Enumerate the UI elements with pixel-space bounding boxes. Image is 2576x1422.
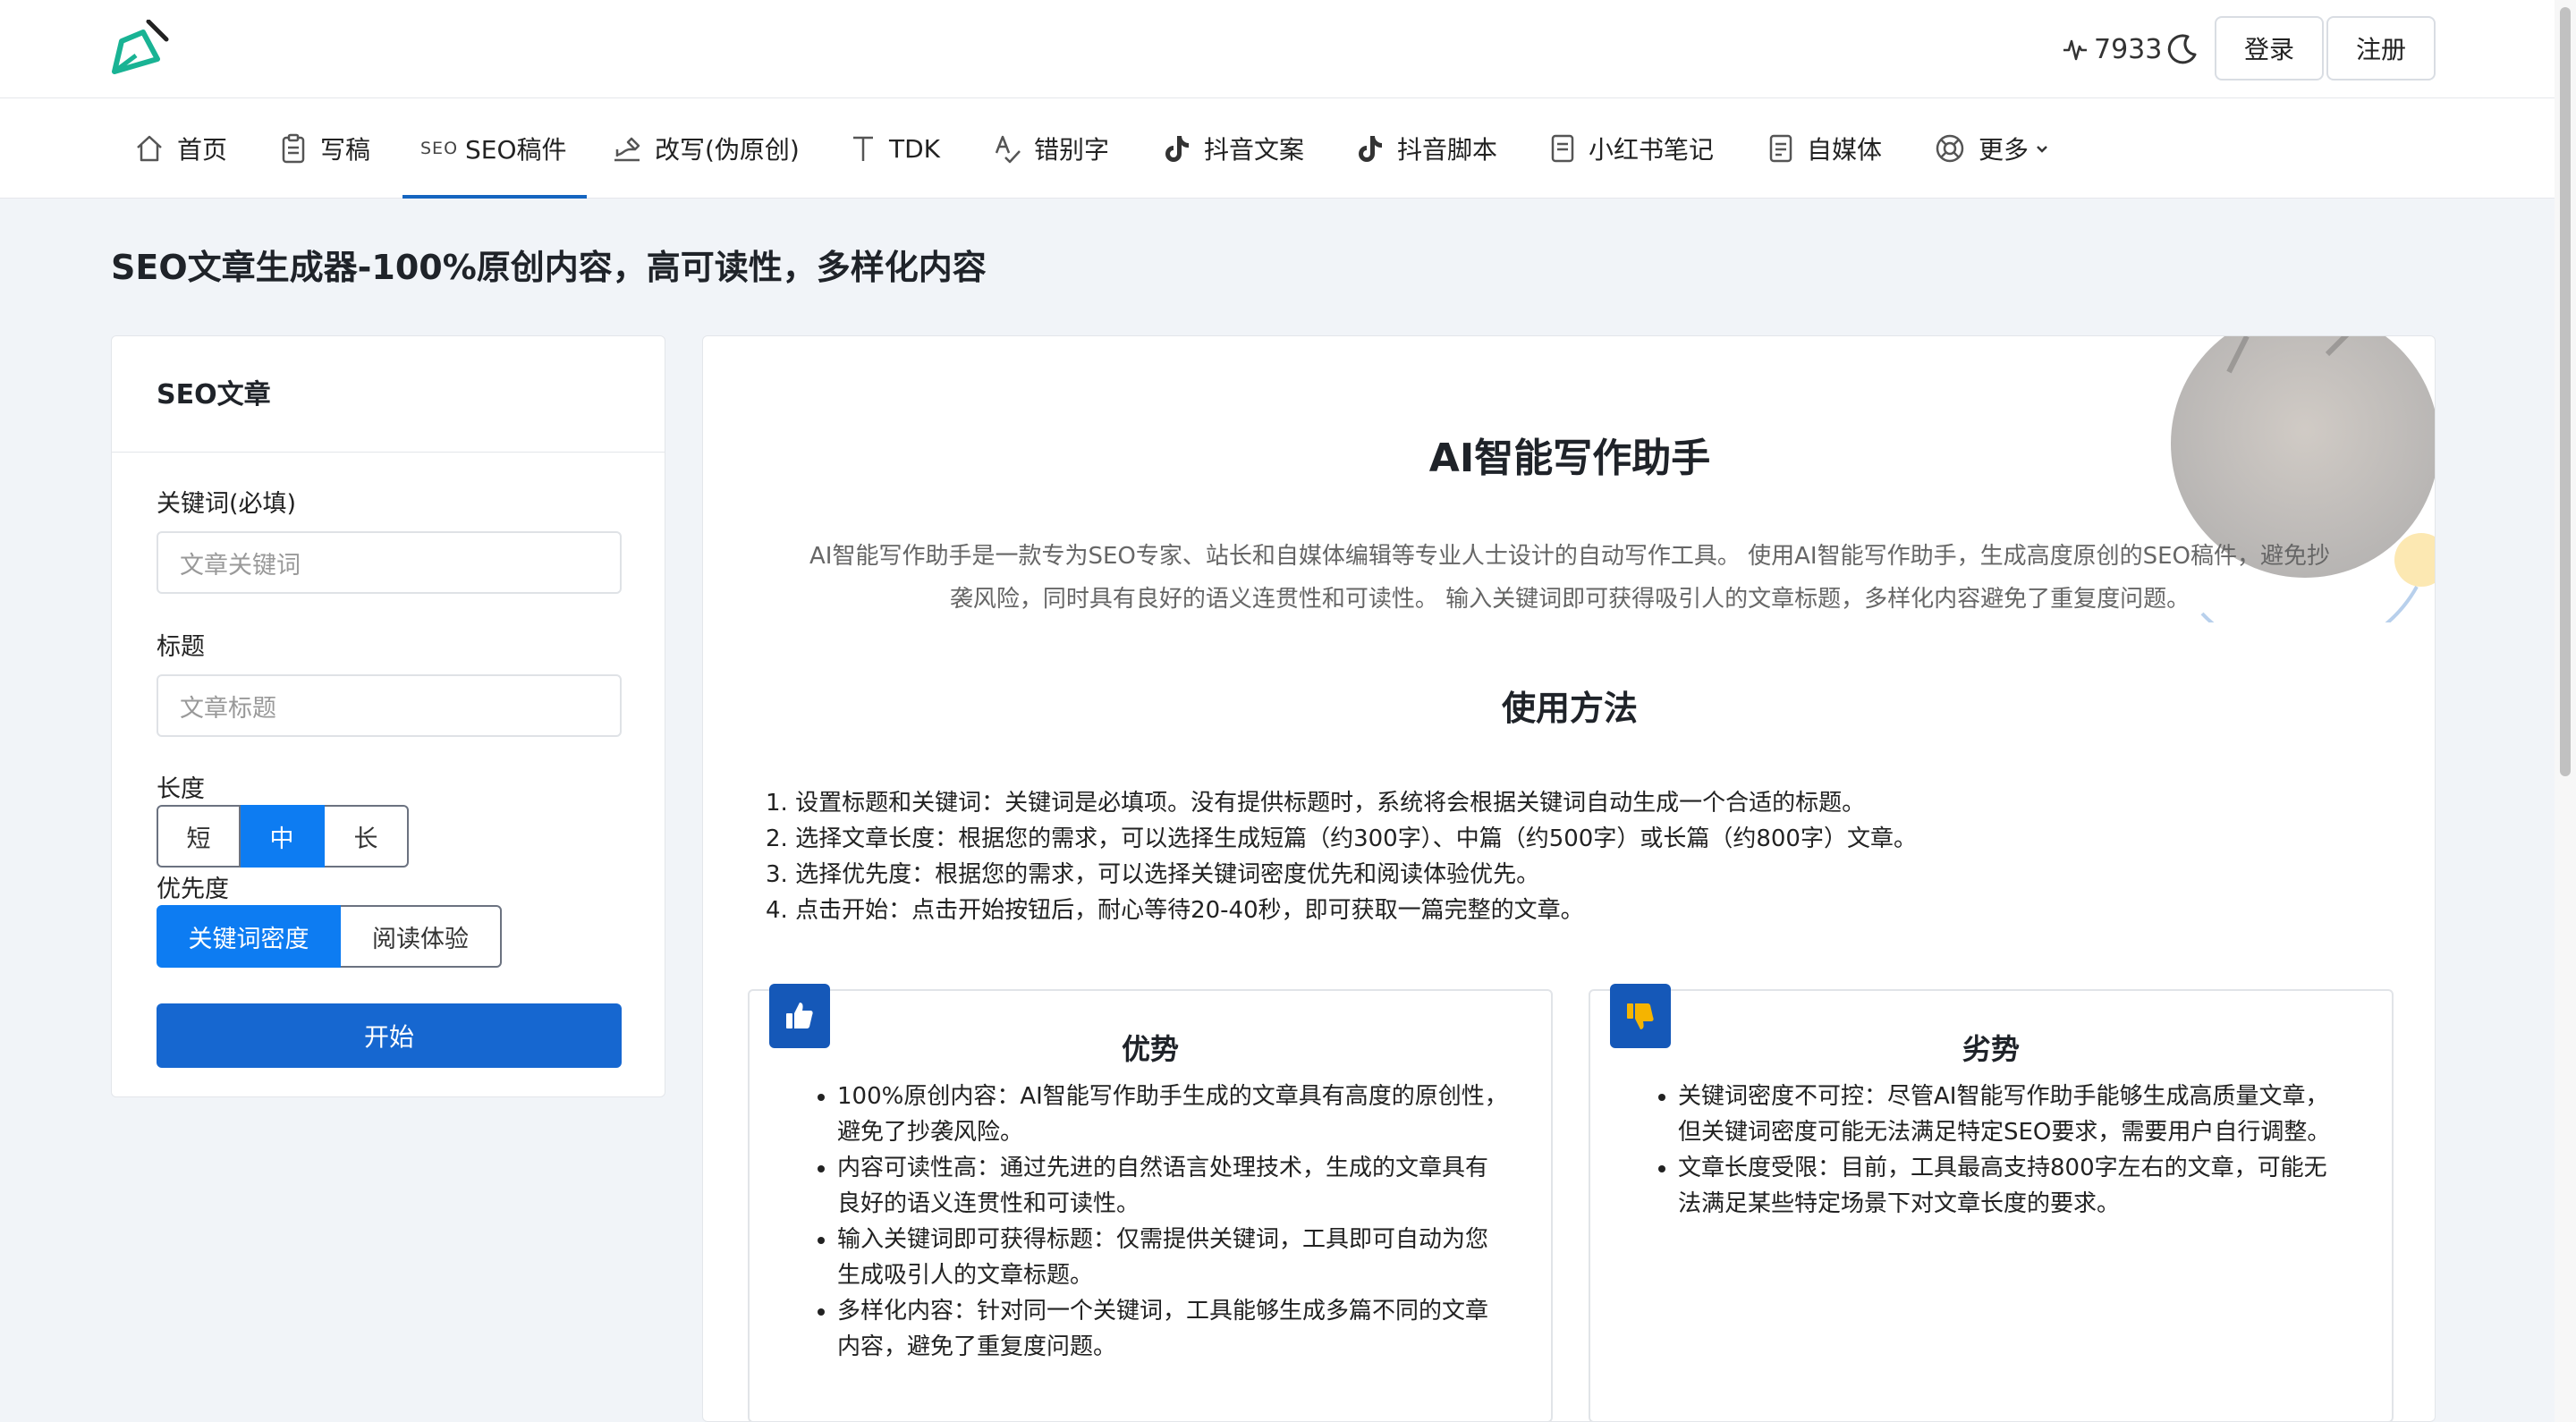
top-bar: 7933 登录 注册 bbox=[0, 0, 2576, 98]
intro-line: AI智能写作助手是一款专为SEO专家、站长和自媒体编辑等专业人士设计的自动写作工… bbox=[809, 543, 2330, 570]
priority-label: 优先度 bbox=[157, 876, 229, 903]
step-item: 1. 设置标题和关键词：关键词是必填项。没有提供标题时，系统将会根据关键词自动生… bbox=[766, 790, 1866, 817]
nav-label: 抖音文案 bbox=[1204, 135, 1305, 165]
nav-label: TDK bbox=[889, 133, 941, 164]
list-item: 输入关键词即可获得标题：仅需提供关键词，工具即可自动为您生成吸引人的文章标题。 bbox=[837, 1222, 1510, 1293]
nav-self-media[interactable]: 自媒体 bbox=[1767, 98, 1882, 199]
step-item: 3. 选择优先度：根据您的需求，可以选择关键词密度优先和阅读体验优先。 bbox=[766, 861, 1540, 888]
tiktok-icon bbox=[1359, 136, 1382, 162]
nav-label: 更多 bbox=[1979, 135, 2029, 165]
step-item: 2. 选择文章长度：根据您的需求，可以选择生成短篇（约300字）、中篇（约500… bbox=[766, 825, 1917, 852]
scrollbar-thumb[interactable] bbox=[2560, 7, 2571, 776]
keyword-label: 关键词(必填) bbox=[157, 490, 297, 518]
intro-line: 袭风险，同时具有良好的语义连贯性和可读性。 输入关键词即可获得吸引人的文章标题，… bbox=[949, 586, 2190, 613]
info-panel: AI智能写作助手 AI智能写作助手是一款专为SEO专家、站长和自媒体编辑等专业人… bbox=[702, 335, 2436, 1422]
nav-label: 小红书笔记 bbox=[1589, 135, 1715, 165]
start-button[interactable]: 开始 bbox=[157, 1003, 622, 1068]
length-short-button[interactable]: 短 bbox=[157, 805, 241, 868]
document-icon bbox=[1769, 134, 1792, 163]
pros-title: 优势 bbox=[1121, 1032, 1179, 1066]
nav-label: 错别字 bbox=[1034, 135, 1110, 165]
list-item: 关键词密度不可控：尽管AI智能写作助手能够生成高质量文章，但关键词密度可能无法满… bbox=[1678, 1079, 2342, 1150]
cons-list: 关键词密度不可控：尽管AI智能写作助手能够生成高质量文章，但关键词密度可能无法满… bbox=[1653, 1079, 2342, 1222]
lifebuoy-icon bbox=[1936, 134, 1964, 163]
nav-home[interactable]: 首页 bbox=[134, 98, 227, 199]
visitor-stats: 7933 bbox=[2062, 29, 2162, 70]
nav-rewrite[interactable]: 改写(伪原创) bbox=[612, 98, 800, 199]
nav-label: 抖音脚本 bbox=[1397, 135, 1498, 165]
length-toggle: 短 中 长 bbox=[157, 805, 409, 868]
moon-icon[interactable] bbox=[2165, 31, 2200, 67]
cons-title: 劣势 bbox=[1962, 1032, 2020, 1066]
usage-heading: 使用方法 bbox=[1501, 689, 1638, 728]
step-item: 4. 点击开始：点击开始按钮后，耐心等待20-40秒，即可获取一篇完整的文章。 bbox=[766, 897, 1584, 924]
nav-more[interactable]: 更多 bbox=[1934, 98, 2050, 199]
main-nav: 首页 写稿 SEO SEO稿件 改写(伪原创) TDK 错别字 抖音文案 抖音脚… bbox=[0, 98, 2576, 199]
nav-write[interactable]: 写稿 bbox=[279, 98, 370, 199]
priority-reading-experience-button[interactable]: 阅读体验 bbox=[341, 905, 502, 968]
panel-title: SEO文章 bbox=[112, 336, 665, 453]
seo-icon: SEO bbox=[420, 139, 459, 158]
list-item: 内容可读性高：通过先进的自然语言处理技术，生成的文章具有良好的语义连贯性和可读性… bbox=[837, 1150, 1510, 1222]
nav-tdk[interactable]: TDK bbox=[850, 98, 940, 199]
tiktok-icon bbox=[1165, 136, 1189, 162]
length-label: 长度 bbox=[157, 775, 205, 803]
assistant-heading: AI智能写作助手 bbox=[1428, 436, 1711, 481]
home-icon bbox=[137, 135, 162, 162]
visitor-count: 7933 bbox=[2094, 33, 2163, 65]
register-button[interactable]: 注册 bbox=[2326, 16, 2436, 80]
spell-check-icon bbox=[995, 135, 1021, 164]
nav-label: 写稿 bbox=[320, 135, 371, 165]
nav-label: 首页 bbox=[177, 135, 228, 165]
nav-douyin-copy[interactable]: 抖音文案 bbox=[1161, 98, 1304, 199]
title-label: 标题 bbox=[157, 633, 205, 661]
usage-steps: 1. 设置标题和关键词：关键词是必填项。没有提供标题时，系统将会根据关键词自动生… bbox=[766, 785, 1917, 928]
nav-xiaohongshu[interactable]: 小红书笔记 bbox=[1549, 98, 1714, 199]
list-item: 多样化内容：针对同一个关键词，工具能够生成多篇不同的文章内容，避免了重复度问题。 bbox=[837, 1293, 1510, 1365]
title-input[interactable]: 文章标题 bbox=[157, 674, 622, 737]
nav-douyin-script[interactable]: 抖音脚本 bbox=[1354, 98, 1497, 199]
login-button[interactable]: 登录 bbox=[2215, 16, 2324, 80]
logo-icon[interactable] bbox=[109, 20, 170, 77]
chevron-down-icon bbox=[2037, 146, 2047, 153]
length-medium-button[interactable]: 中 bbox=[241, 805, 325, 868]
nav-spellcheck[interactable]: 错别字 bbox=[993, 98, 1109, 199]
cons-card: 劣势 关键词密度不可控：尽管AI智能写作助手能够生成高质量文章，但关键词密度可能… bbox=[1589, 984, 2394, 1421]
page-scrollbar[interactable] bbox=[2555, 0, 2576, 1422]
priority-toggle: 关键词密度 阅读体验 bbox=[157, 905, 502, 968]
page-title: SEO文章生成器-100%原创内容，高可读性，多样化内容 bbox=[111, 248, 987, 287]
list-item: 文章长度受限：目前，工具最高支持800字左右的文章，可能无法满足某些特定场景下对… bbox=[1678, 1150, 2342, 1222]
text-t-icon bbox=[853, 136, 873, 161]
rewrite-icon bbox=[614, 137, 640, 162]
keyword-input[interactable]: 文章关键词 bbox=[157, 531, 622, 594]
clipboard-icon bbox=[282, 133, 305, 164]
seo-form-panel: SEO文章 关键词(必填) 文章关键词 标题 文章标题 长度 短 中 长 优先度… bbox=[111, 335, 665, 1097]
pros-list: 100%原创内容：AI智能写作助手生成的文章具有高度的原创性，避免了抄袭风险。 … bbox=[812, 1079, 1510, 1365]
note-icon bbox=[1551, 134, 1574, 163]
priority-keyword-density-button[interactable]: 关键词密度 bbox=[157, 905, 341, 968]
activity-icon bbox=[2063, 39, 2087, 61]
length-long-button[interactable]: 长 bbox=[325, 805, 409, 868]
nav-label: 改写(伪原创) bbox=[655, 135, 800, 165]
nav-label: SEO稿件 bbox=[465, 135, 567, 165]
nav-seo[interactable]: SEO SEO稿件 bbox=[402, 98, 586, 199]
nav-label: 自媒体 bbox=[1807, 135, 1883, 165]
list-item: 100%原创内容：AI智能写作助手生成的文章具有高度的原创性，避免了抄袭风险。 bbox=[837, 1079, 1510, 1150]
pros-card: 优势 100%原创内容：AI智能写作助手生成的文章具有高度的原创性，避免了抄袭风… bbox=[748, 984, 1553, 1421]
intro-text: AI智能写作助手是一款专为SEO专家、站长和自媒体编辑等专业人士设计的自动写作工… bbox=[748, 535, 2392, 621]
